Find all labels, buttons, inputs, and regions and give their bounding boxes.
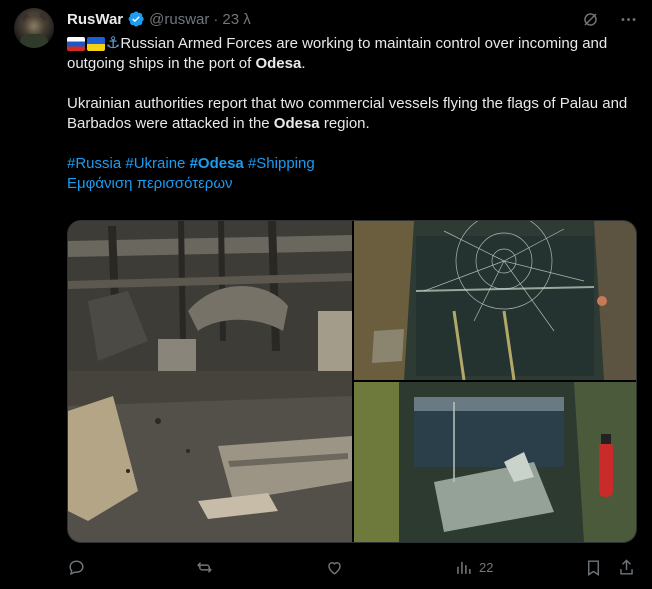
paragraph-2-end: region.: [319, 115, 370, 132]
bold-odesa: Odesa: [255, 55, 302, 72]
damaged-warehouse-photo[interactable]: [68, 221, 352, 542]
tweet-header: RusWar @ruswar · 23 λ: [67, 9, 251, 29]
author-name[interactable]: RusWar: [67, 11, 123, 28]
more-icon[interactable]: [618, 9, 638, 29]
reply-button[interactable]: [67, 555, 86, 579]
views-button[interactable]: 22: [454, 555, 493, 579]
avatar-face: [23, 15, 45, 35]
author-handle[interactable]: @ruswar: [149, 11, 209, 28]
bookmark-icon: [588, 559, 599, 576]
reply-icon: [69, 559, 84, 575]
hashtag-odesa[interactable]: #Odesa: [190, 155, 244, 172]
share-button[interactable]: [617, 555, 636, 579]
anchor-icon: ⚓: [106, 35, 121, 52]
russia-flag-icon: [67, 37, 85, 51]
like-button[interactable]: [325, 555, 344, 579]
hashtag-shipping[interactable]: #Shipping: [248, 155, 315, 172]
views-count: 22: [479, 559, 494, 575]
views-icon: [457, 561, 471, 574]
media-grid: [67, 220, 637, 543]
separator-dot: ·: [213, 10, 219, 28]
bookmark-button[interactable]: [584, 555, 603, 579]
grok-icon[interactable]: [580, 9, 600, 29]
heart-icon: [328, 561, 341, 575]
avatar[interactable]: [14, 8, 54, 48]
avatar-body: [20, 34, 48, 48]
paragraph-1-text: Russian Armed Forces are working to main…: [67, 35, 608, 72]
show-more-link[interactable]: Εμφάνιση περισσότερων: [67, 175, 233, 192]
paragraph-1-end: .: [301, 55, 306, 72]
verified-badge-icon[interactable]: [127, 10, 145, 28]
paragraph-1: ⚓Russian Armed Forces are working to mai…: [67, 34, 642, 74]
timestamp[interactable]: 23 λ: [222, 11, 250, 28]
hashtag-russia[interactable]: #Russia: [67, 155, 121, 172]
hashtag-ukraine[interactable]: #Ukraine: [125, 155, 185, 172]
flag-emojis: [67, 37, 105, 51]
share-icon: [620, 558, 633, 575]
paragraph-2: Ukrainian authorities report that two co…: [67, 94, 642, 134]
repost-icon: [197, 561, 212, 573]
tweet-text: ⚓Russian Armed Forces are working to mai…: [67, 34, 642, 194]
ukraine-flag-icon: [87, 37, 105, 51]
top-actions: [580, 9, 638, 29]
damaged-crane-cabin-photo[interactable]: [354, 382, 636, 542]
tweet[interactable]: RusWar @ruswar · 23 λ ⚓Russian Armed For…: [0, 0, 652, 589]
bold-odesa: Odesa: [273, 115, 320, 132]
repost-button[interactable]: [195, 555, 214, 579]
action-bar: 22: [67, 555, 637, 579]
hashtags: #Russia #Ukraine #Odesa #Shipping: [67, 154, 642, 174]
cracked-bridge-window-photo[interactable]: [354, 221, 636, 380]
